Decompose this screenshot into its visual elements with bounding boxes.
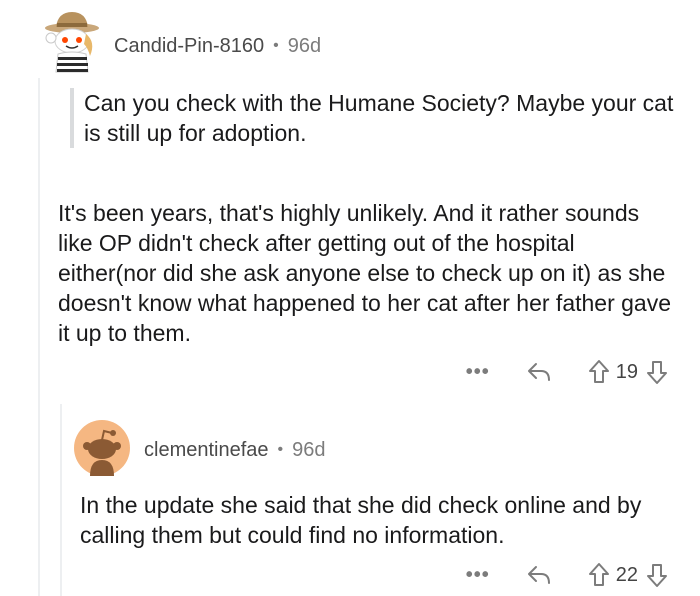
- reply-icon[interactable]: [526, 361, 552, 383]
- meta-separator: •: [273, 37, 279, 54]
- comment-meta: Candid-Pin-8160 • 96d: [114, 34, 321, 58]
- child-thread-line: [60, 404, 62, 596]
- author-name[interactable]: Candid-Pin-8160: [114, 35, 264, 58]
- reply-icon[interactable]: [526, 564, 552, 586]
- quoted-text: Can you check with the Humane Society? M…: [70, 88, 684, 148]
- downvote-icon[interactable]: [646, 359, 668, 385]
- comment-age: 96d: [292, 438, 326, 461]
- comment-actions: ••• 19: [466, 357, 668, 387]
- more-options-button[interactable]: •••: [466, 564, 490, 587]
- author-name[interactable]: clementinefae: [144, 439, 269, 462]
- comment-actions: ••• 22: [466, 560, 668, 590]
- vote-score: 22: [615, 563, 638, 586]
- more-options-button[interactable]: •••: [466, 361, 490, 384]
- upvote-icon[interactable]: [588, 359, 610, 385]
- comment-age: 96d: [287, 34, 322, 57]
- vote-score: 19: [615, 360, 638, 383]
- upvote-icon[interactable]: [588, 562, 610, 588]
- thread-line: [38, 78, 40, 596]
- comment-meta: clementinefae • 96d: [144, 438, 326, 462]
- comment-body: It's been years, that's highly unlikely.…: [58, 200, 672, 346]
- comment-body: In the update she said that she did chec…: [80, 492, 642, 548]
- meta-separator: •: [277, 441, 284, 458]
- snoo-avatar-icon[interactable]: [74, 420, 130, 476]
- downvote-icon[interactable]: [646, 562, 668, 588]
- snoo-avatar-icon[interactable]: [42, 8, 100, 74]
